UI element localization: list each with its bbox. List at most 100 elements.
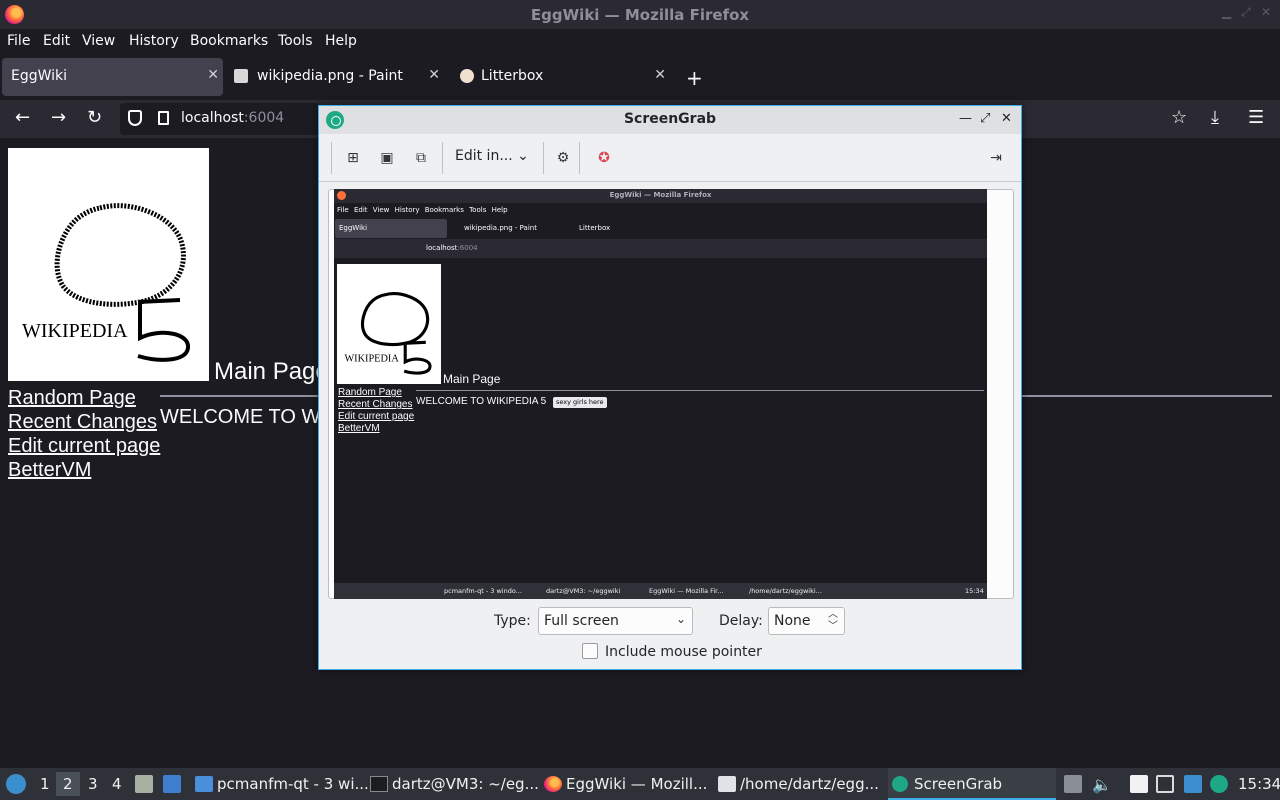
volume-icon[interactable]: 🔈 [1092, 775, 1112, 794]
logo-text: WIKIPEDIA [22, 320, 128, 342]
random-page-link[interactable]: Random Page [8, 387, 136, 410]
gear-icon[interactable]: ⚙ [555, 150, 571, 166]
svg-text:WIKIPEDIA: WIKIPEDIA [344, 353, 399, 364]
recent-changes-link[interactable]: Recent Changes [8, 411, 157, 434]
include-mouse-pointer-checkbox[interactable] [582, 643, 598, 659]
page-info-icon[interactable] [158, 111, 169, 125]
tab-close-icon[interactable]: ✕ [207, 67, 219, 83]
update-icon[interactable] [1184, 775, 1202, 793]
maximize-icon[interactable]: ⤢ [980, 111, 990, 126]
menu-file[interactable]: File [7, 33, 30, 49]
preview-navbar: localhost:6004 [334, 239, 987, 258]
tab-close-icon[interactable]: ✕ [654, 67, 666, 83]
edit-in-button[interactable]: Edit in... ⌄ [455, 148, 529, 164]
preview-window-title: EggWiki — Mozilla Firefox [609, 191, 712, 199]
task-screengrab[interactable]: ScreenGrab [888, 768, 1056, 800]
dialog-title: ScreenGrab [623, 111, 717, 127]
show-desktop-icon[interactable] [135, 775, 153, 793]
back-icon[interactable]: ← [15, 108, 30, 128]
desktop-4[interactable]: 4 [112, 775, 122, 793]
tab-label: Litterbox [481, 68, 544, 84]
tab-eggwiki[interactable]: EggWiki ✕ [2, 58, 223, 96]
task-firefox[interactable]: EggWiki — Mozill... [544, 768, 710, 800]
help-lifebuoy-icon[interactable]: ✪ [596, 150, 612, 166]
file-manager-icon[interactable] [163, 775, 181, 793]
wiki-logo[interactable]: WIKIPEDIA [8, 148, 209, 381]
menu-bookmarks[interactable]: Bookmarks [190, 33, 268, 49]
preview-button: sexy girls here [553, 397, 607, 408]
toolbar-separator [442, 142, 443, 174]
downloads-icon[interactable]: ⤓ [1211, 108, 1219, 128]
network-icon[interactable] [1156, 775, 1174, 793]
chevron-down-icon: ⌄ [675, 612, 686, 626]
desktop-1[interactable]: 1 [40, 775, 50, 793]
preview-divider [416, 390, 984, 391]
url-text: localhost:6004 [181, 110, 285, 126]
preview-tab-active: EggWiki [335, 219, 447, 238]
bettervm-link[interactable]: BetterVM [8, 459, 91, 482]
new-tab-icon[interactable]: + [686, 66, 703, 90]
menu-help[interactable]: Help [325, 33, 357, 49]
preview-url: localhost:6004 [426, 244, 478, 252]
reload-icon[interactable]: ↻ [87, 108, 102, 128]
preview-tab: wikipedia.png - Paint [464, 224, 537, 232]
save-icon[interactable]: ▣ [379, 150, 395, 166]
preview-wiki-logo: WIKIPEDIA [337, 264, 441, 384]
toolbar-separator [543, 142, 544, 174]
screenshot-preview[interactable]: EggWiki — Mozilla Firefox File Edit View… [334, 189, 987, 599]
include-mouse-pointer-label[interactable]: Include mouse pointer [605, 644, 762, 660]
task-text-editor[interactable]: /home/dartz/egg... [718, 768, 884, 800]
notes-icon[interactable] [1130, 775, 1148, 793]
firefox-icon [544, 776, 562, 792]
start-menu-icon[interactable] [6, 774, 26, 794]
menu-view[interactable]: View [82, 33, 115, 49]
menu-edit[interactable]: Edit [43, 33, 70, 49]
preview-taskbar: pcmanfm-qt - 3 windo... dartz@VM3: ~/egg… [334, 583, 987, 599]
menu-tools[interactable]: Tools [278, 33, 313, 49]
type-select[interactable]: Full screen ⌄ [538, 607, 693, 635]
screengrab-tray-icon[interactable] [1210, 775, 1228, 793]
text-editor-icon [718, 776, 736, 792]
preview-titlebar: EggWiki — Mozilla Firefox [334, 189, 987, 203]
toolbar-grip [331, 142, 332, 174]
tab-litterbox[interactable]: Litterbox ✕ [454, 58, 670, 96]
close-icon[interactable]: ✕ [1001, 111, 1012, 126]
minimize-icon[interactable]: ▁ [1222, 5, 1231, 19]
menu-history[interactable]: History [129, 33, 179, 49]
tab-strip: EggWiki ✕ wikipedia.png - Paint ✕ Litter… [0, 58, 1280, 96]
forward-icon[interactable]: → [51, 108, 66, 128]
delay-spinbox[interactable]: None ︿ ﹀ [768, 607, 845, 635]
desktop-3[interactable]: 3 [88, 775, 98, 793]
exit-icon[interactable]: ⇥ [988, 150, 1004, 166]
preview-link: Random Page [338, 387, 402, 398]
egg-drawing: WIKIPEDIA [344, 292, 432, 375]
task-terminal[interactable]: dartz@VM3: ~/eg... [370, 768, 539, 800]
dialog-toolbar: ⊞ ▣ ⧉ Edit in... ⌄ ⚙ ✪ ⇥ [319, 134, 1021, 182]
clock[interactable]: 15:34 [1238, 775, 1280, 793]
type-label: Type: [494, 613, 531, 629]
close-icon[interactable]: ✕ [1261, 5, 1271, 19]
maximize-icon[interactable]: ⤢ [1241, 5, 1251, 20]
tab-close-icon[interactable]: ✕ [428, 67, 440, 83]
preview-tab: Litterbox [579, 224, 611, 232]
browser-titlebar: EggWiki — Mozilla Firefox ▁ ⤢ ✕ [0, 0, 1280, 29]
dialog-titlebar: ScreenGrab — ⤢ ✕ [319, 106, 1021, 134]
url-bar[interactable]: localhost:6004 [120, 103, 320, 135]
new-screenshot-icon[interactable]: ⊞ [345, 150, 361, 166]
toolbar-separator [579, 142, 580, 174]
desktop-2[interactable]: 2 [56, 772, 80, 796]
menu-bar: File Edit View History Bookmarks Tools H… [0, 29, 1280, 54]
minimize-icon[interactable]: — [959, 111, 972, 126]
bookmark-star-icon[interactable]: ☆ [1171, 108, 1187, 128]
tracking-shield-icon[interactable] [128, 110, 142, 126]
hidden-text: You have good vision [1119, 148, 1271, 165]
paint-icon [234, 69, 248, 83]
edit-current-page-link[interactable]: Edit current page [8, 435, 160, 458]
spin-arrows-icon[interactable]: ︿ ﹀ [828, 609, 838, 633]
task-pcmanfm[interactable]: pcmanfm-qt - 3 wi... [195, 768, 369, 800]
tab-label: wikipedia.png - Paint [257, 68, 403, 84]
app-menu-icon[interactable]: ☰ [1248, 108, 1264, 128]
clipboard-icon[interactable] [1064, 775, 1082, 793]
tab-paint[interactable]: wikipedia.png - Paint ✕ [228, 58, 444, 96]
copy-icon[interactable]: ⧉ [413, 150, 429, 166]
